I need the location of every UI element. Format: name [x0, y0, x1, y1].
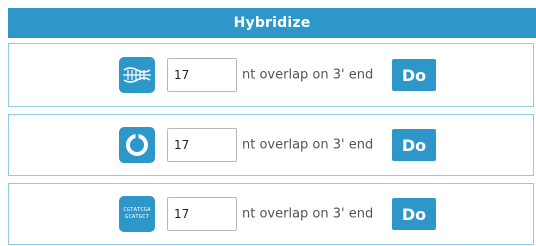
sequence-text-icon[interactable]: CGTATCGA GCATGCT [119, 196, 155, 232]
panel-header: Hybridize [8, 8, 536, 38]
overlap-label: nt overlap on 3' end [242, 206, 374, 222]
circular-plasmid-icon[interactable] [119, 127, 155, 163]
hybridize-row-circular: nt overlap on 3' end Do [8, 114, 534, 176]
double-strand-dna-icon[interactable] [119, 57, 155, 93]
overlap-length-input[interactable] [167, 128, 237, 162]
sequence-icon-line1: CGTATCGA [123, 207, 151, 213]
overlap-length-input[interactable] [167, 197, 237, 231]
sequence-icon-line2: GCATGCT [125, 214, 149, 220]
overlap-length-input[interactable] [167, 58, 237, 92]
do-button[interactable]: Do [392, 198, 436, 230]
overlap-label: nt overlap on 3' end [242, 67, 374, 83]
do-button[interactable]: Do [392, 59, 436, 91]
hybridize-panel: Hybridize nt overlap on 3' end Do [8, 8, 536, 246]
hybridize-row-sequence: CGTATCGA GCATGCT nt overlap on 3' end Do [8, 183, 534, 245]
panel-title: Hybridize [233, 15, 311, 31]
overlap-label: nt overlap on 3' end [242, 137, 374, 153]
do-button[interactable]: Do [392, 129, 436, 161]
hybridize-row-linear: nt overlap on 3' end Do [8, 43, 534, 107]
